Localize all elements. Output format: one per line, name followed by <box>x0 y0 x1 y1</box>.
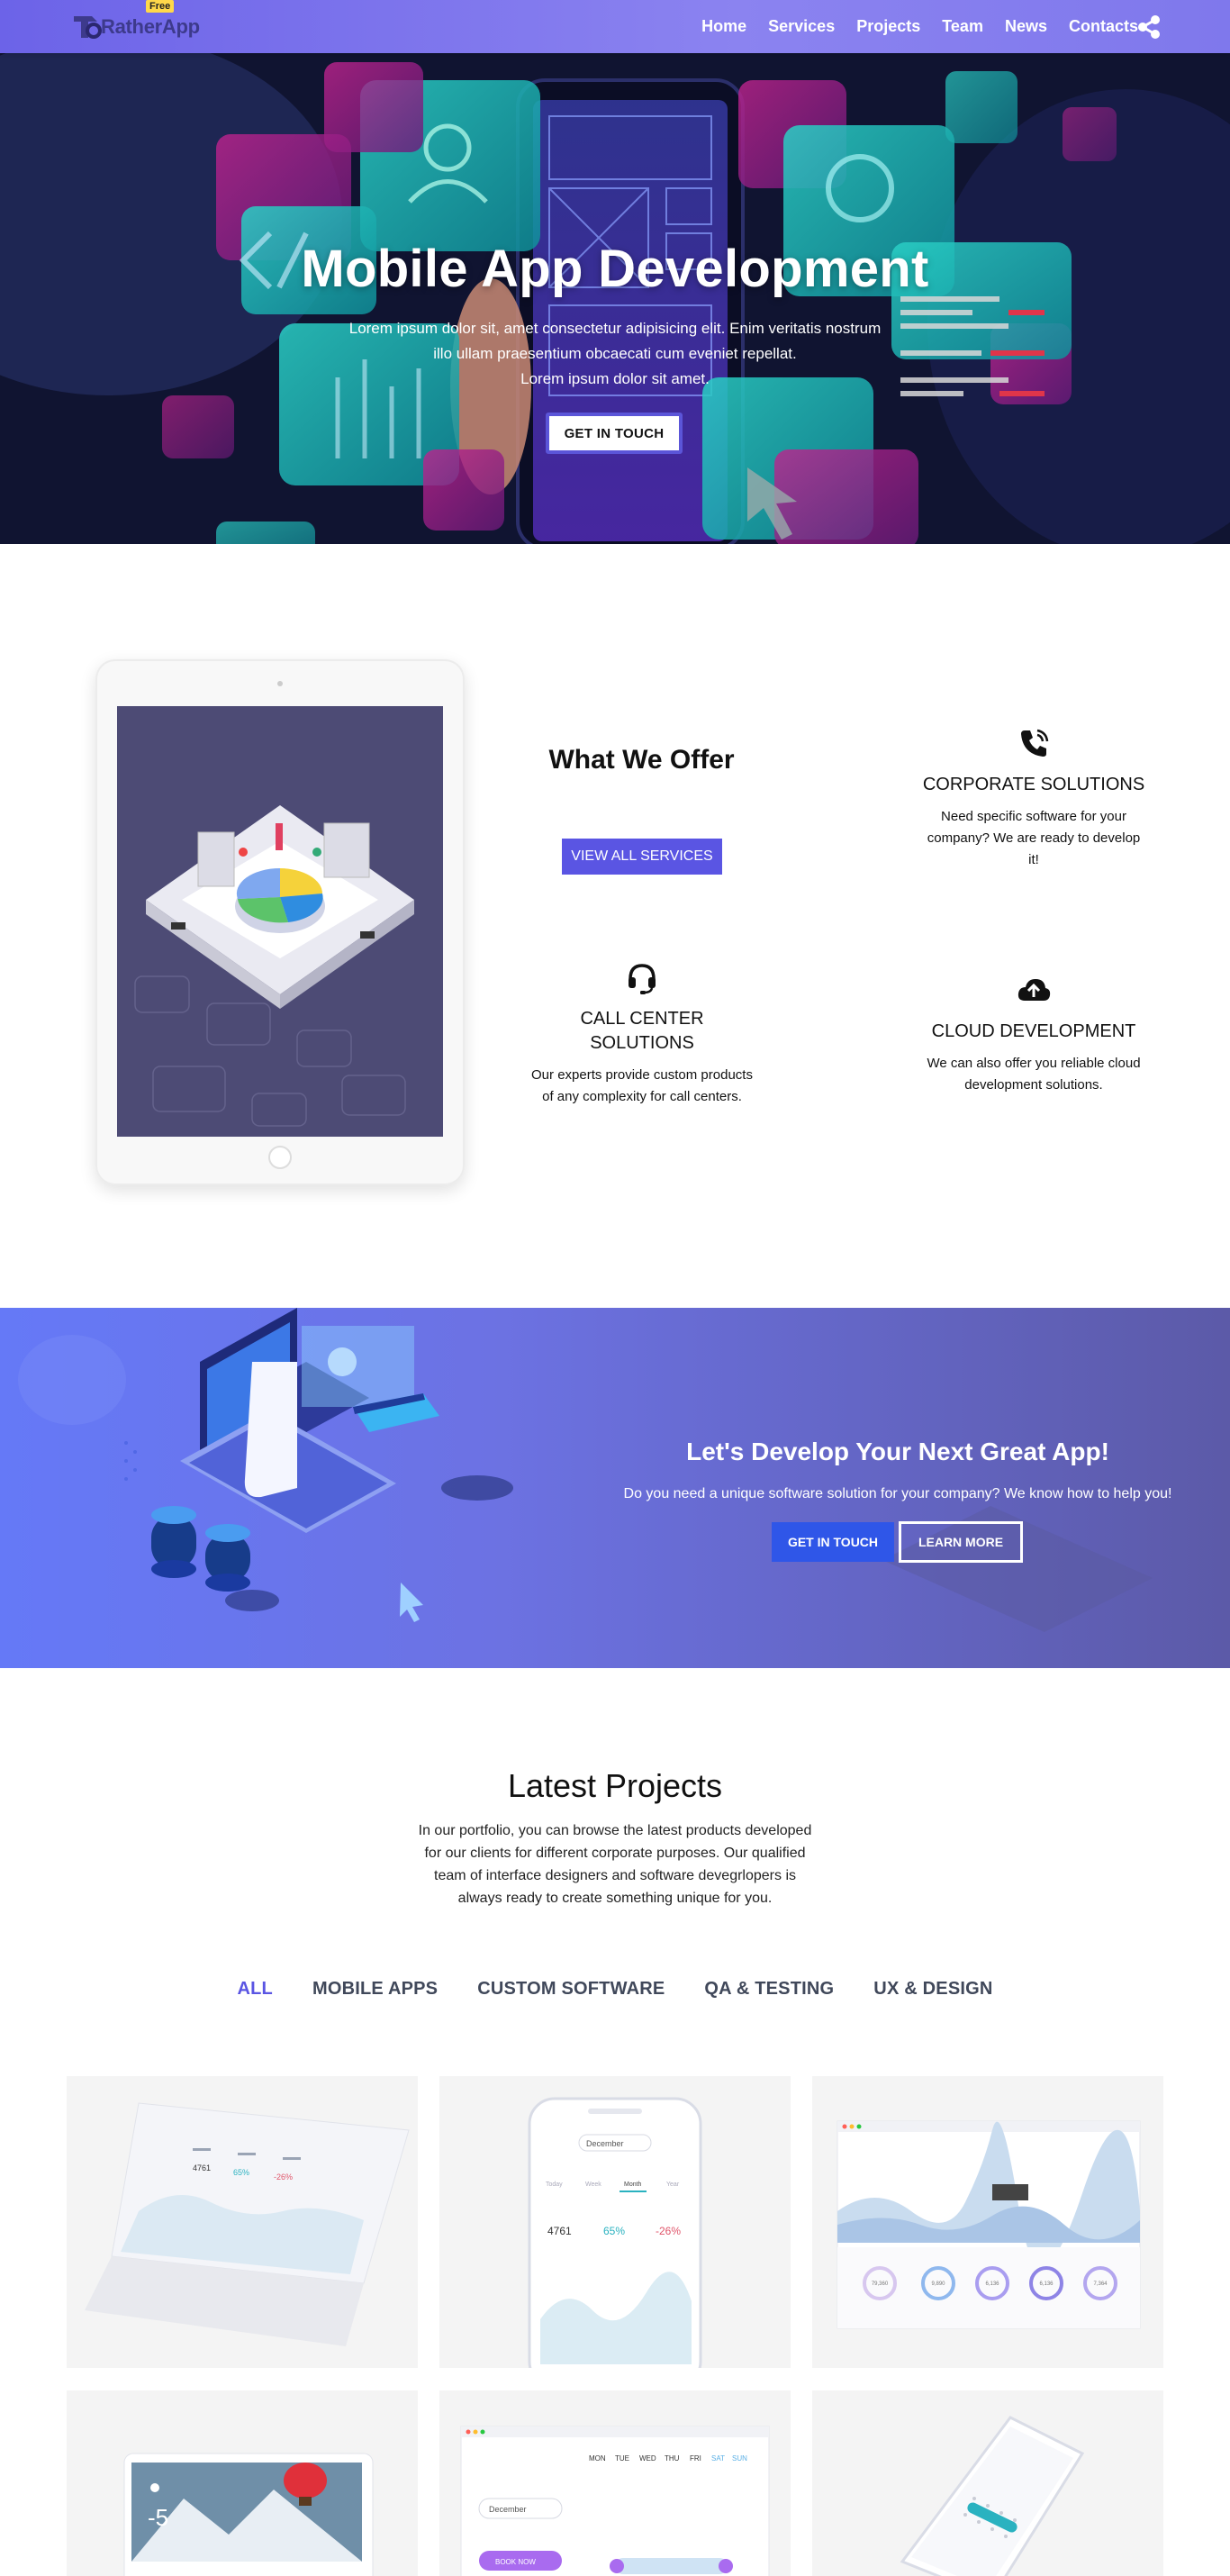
tablet-screen <box>117 706 443 1137</box>
phone-stat-1: 4761 <box>547 2225 572 2237</box>
hero-title: Mobile App Development <box>301 240 929 298</box>
project-card-web-dashboard[interactable]: 79,360 9,890 6,136 6,136 7,364 <box>812 2076 1163 2368</box>
hero-section: Mobile App Development Lorem ipsum dolor… <box>0 53 1230 544</box>
filter-mobile-apps[interactable]: MOBILE APPS <box>293 1979 457 2000</box>
projects-description: In our portfolio, you can browse the lat… <box>418 1823 812 1906</box>
menu-item-news[interactable]: News <box>994 17 1058 36</box>
cal-day-mon: MON <box>589 2454 606 2463</box>
phone-tab-week: Week <box>585 2181 601 2188</box>
filter-all[interactable]: ALL <box>217 1979 292 2000</box>
cta-text: Do you need a unique software solution f… <box>623 1486 1172 1501</box>
main-menu: Home Services Projects Team News Contact… <box>691 0 1149 53</box>
hero-description: Lorem ipsum dolor sit, amet consectetur … <box>324 316 906 392</box>
phone-icon <box>1021 729 1049 757</box>
service-title-call-center: CALL CENTER SOLUTIONS <box>580 1009 704 1053</box>
service-title-corporate: CORPORATE SOLUTIONS <box>922 775 1145 794</box>
cta-title: Let's Develop Your Next Great App! <box>686 1438 1109 1465</box>
filter-ux-design[interactable]: UX & DESIGN <box>854 1979 1012 2000</box>
menu-item-team[interactable]: Team <box>931 17 994 36</box>
laptop-stat-2: 65% <box>233 2168 249 2177</box>
menu-item-home[interactable]: Home <box>691 17 757 36</box>
project-card-booking[interactable]: December BOOK NOW MON TUE WED THU FRI SA… <box>439 2390 791 2576</box>
phone-stat-2: 65% <box>603 2225 625 2237</box>
cal-day-sun: SUN <box>732 2454 747 2463</box>
menu-item-services[interactable]: Services <box>757 17 846 36</box>
laptop-stat-1: 4761 <box>193 2163 211 2172</box>
share-icon[interactable] <box>1136 14 1162 40</box>
weather-temperature: -5 <box>148 2504 168 2531</box>
service-text-call-center: Our experts provide custom products of a… <box>531 1067 753 1104</box>
project-card-phone-calendar[interactable] <box>812 2390 1163 2576</box>
service-text-corporate: Need specific software for your company?… <box>927 809 1141 867</box>
phone-calendar-mockup <box>900 2416 1085 2576</box>
menu-item-projects[interactable]: Projects <box>846 17 931 36</box>
gauge-1-value: 79,360 <box>872 2281 889 2287</box>
cal-day-fri: FRI <box>690 2454 701 2463</box>
web-dashboard-mockup: 79,360 9,890 6,136 6,136 7,364 <box>837 2120 1141 2329</box>
hero-line-3: Lorem ipsum dolor sit amet. <box>520 370 710 387</box>
weather-app-mockup: -5 <box>123 2453 374 2576</box>
phone-analytics-mockup: December Today Week Month Year 4761 65% … <box>528 2097 702 2368</box>
phone-tab-year: Year <box>666 2181 680 2188</box>
service-corporate: CORPORATE SOLUTIONS Need specific softwa… <box>921 725 1146 871</box>
gauge-2-value: 9,890 <box>931 2281 945 2287</box>
filter-custom-software[interactable]: CUSTOM SOFTWARE <box>457 1979 684 2000</box>
service-call-center: CALL CENTER SOLUTIONS Our experts provid… <box>529 959 755 1108</box>
filter-qa-testing[interactable]: QA & TESTING <box>684 1979 854 2000</box>
tablet-illustration <box>95 659 465 1185</box>
service-cloud: CLOUD DEVELOPMENT We can also offer you … <box>921 972 1146 1096</box>
tablet-home-button <box>268 1146 292 1169</box>
cal-day-thu: THU <box>665 2454 680 2463</box>
cta-learn-more-button[interactable]: LEARN MORE <box>899 1521 1023 1563</box>
cta-get-in-touch-button[interactable]: GET IN TOUCH <box>772 1522 894 1562</box>
phone-stat-3: -26% <box>656 2225 681 2237</box>
phone-month: December <box>586 2139 624 2148</box>
hero-get-in-touch-button[interactable]: GET IN TOUCH <box>546 413 683 454</box>
phone-tab-today: Today <box>546 2181 563 2188</box>
cal-day-wed: WED <box>639 2454 656 2463</box>
gauge-4-value: 6,136 <box>1039 2281 1054 2287</box>
headset-icon <box>629 964 656 994</box>
view-all-services-button[interactable]: VIEW ALL SERVICES <box>562 839 722 875</box>
page: RatherApp Free Home Services Projects Te… <box>0 0 1230 2576</box>
cloud-upload-icon <box>1017 979 1051 1001</box>
project-card-weather[interactable]: -5 <box>67 2390 418 2576</box>
project-card-phone[interactable]: December Today Week Month Year 4761 65% … <box>439 2076 791 2368</box>
menu-item-contacts[interactable]: Contacts <box>1058 17 1149 36</box>
brand-logo[interactable]: RatherApp <box>70 9 200 45</box>
service-title-cloud: CLOUD DEVELOPMENT <box>931 1021 1136 1041</box>
offer-title: What We Offer <box>548 745 735 775</box>
top-navbar: RatherApp Free Home Services Projects Te… <box>0 0 1230 53</box>
hero-line-2: illo ullam praesentium obcaecati cum eve… <box>433 345 797 362</box>
book-now-button[interactable]: BOOK NOW <box>495 2558 536 2566</box>
cal-day-sat: SAT <box>711 2454 725 2463</box>
project-card-laptop[interactable]: 4761 65% -26% <box>67 2076 418 2368</box>
project-filter-tabs: ALL MOBILE APPS CUSTOM SOFTWARE QA & TES… <box>0 1979 1230 2000</box>
isometric-dashboard-illustration <box>134 805 414 1127</box>
cal-day-tue: TUE <box>615 2454 629 2463</box>
gauge-3-value: 6,136 <box>985 2281 999 2287</box>
free-badge: Free <box>146 0 175 13</box>
cta-section: Let's Develop Your Next Great App! Do yo… <box>0 1308 1230 1668</box>
gauge-5-value: 7,364 <box>1093 2281 1108 2287</box>
projects-title: Latest Projects <box>507 1767 723 1804</box>
brand-name: RatherApp <box>101 15 200 38</box>
logo-icon <box>74 16 102 39</box>
phone-tab-month: Month <box>624 2181 642 2188</box>
laptop-dashboard-mockup: 4761 65% -26% <box>85 2102 410 2346</box>
booking-month: December <box>489 2505 527 2514</box>
tablet-camera <box>277 681 283 686</box>
hero-line-1: Lorem ipsum dolor sit, amet consectetur … <box>348 320 882 337</box>
service-text-cloud: We can also offer you reliable cloud dev… <box>927 1056 1141 1093</box>
booking-calendar-mockup: December BOOK NOW MON TUE WED THU FRI SA… <box>460 2426 770 2576</box>
laptop-stat-3: -26% <box>274 2172 293 2181</box>
